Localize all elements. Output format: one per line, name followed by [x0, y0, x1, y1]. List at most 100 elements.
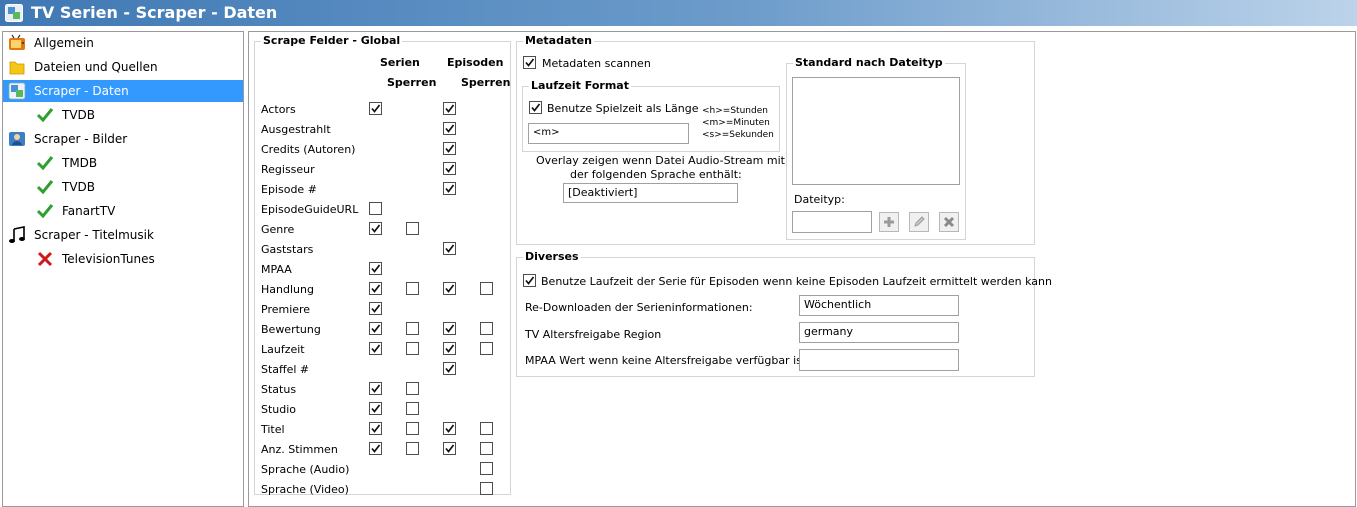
scrape-field-serien-checkbox[interactable]	[369, 282, 382, 295]
title-bar: TV Serien - Scraper - Daten	[0, 0, 1357, 26]
nav-item-label: Scraper - Titelmusik	[34, 228, 154, 242]
standard-filetype-title: Standard nach Dateityp	[793, 56, 945, 69]
column-header-episoden: Episoden	[447, 56, 504, 69]
window-title: TV Serien - Scraper - Daten	[31, 3, 278, 22]
use-playtime-checkbox[interactable]	[529, 101, 542, 114]
scrape-field-serien-sperren-checkbox[interactable]	[406, 442, 419, 455]
overlay-label-line1: Overlay zeigen wenn Datei Audio-Stream m…	[536, 154, 785, 167]
scrape-field-label: Studio	[261, 403, 297, 416]
scrape-field-episoden-sperren-checkbox[interactable]	[480, 442, 493, 455]
check-icon	[36, 178, 54, 196]
scrape-field-episoden-sperren-checkbox[interactable]	[480, 462, 493, 475]
scrape-field-serien-checkbox[interactable]	[369, 382, 382, 395]
redownload-label: Re-Downloaden der Serieninformationen:	[525, 301, 753, 314]
nav-item-tmdb[interactable]: TMDB	[3, 152, 243, 174]
scrape-field-episoden-sperren-checkbox[interactable]	[480, 482, 493, 495]
app-icon	[5, 4, 23, 22]
nav-item-allgemein[interactable]: Allgemein	[3, 32, 243, 54]
rating-region-select[interactable]: germany	[799, 322, 959, 343]
nav-item-televisiontunes[interactable]: TelevisionTunes	[3, 248, 243, 270]
runtime-format-title: Laufzeit Format	[529, 79, 631, 92]
scrape-field-episoden-sperren-checkbox[interactable]	[480, 422, 493, 435]
scrape-field-episoden-checkbox[interactable]	[443, 162, 456, 175]
scrape-field-episoden-checkbox[interactable]	[443, 122, 456, 135]
scrape-field-episoden-sperren-checkbox[interactable]	[480, 342, 493, 355]
remove-x-icon	[943, 216, 955, 228]
nav-item-dateien-und-quellen[interactable]: Dateien und Quellen	[3, 56, 243, 78]
scrape-field-episoden-checkbox[interactable]	[443, 322, 456, 335]
nav-item-tvdb[interactable]: TVDB	[3, 176, 243, 198]
mpaa-fallback-input[interactable]	[799, 349, 959, 371]
column-header-serien-sperren: Sperren	[387, 76, 437, 89]
scrape-field-serien-checkbox[interactable]	[369, 222, 382, 235]
nav-item-tvdb[interactable]: TVDB	[3, 104, 243, 126]
scrape-field-episoden-checkbox[interactable]	[443, 142, 456, 155]
use-playtime-label: Benutze Spielzeit als Länge	[547, 102, 699, 115]
filetype-list[interactable]	[792, 77, 960, 185]
scrape-field-episoden-checkbox[interactable]	[443, 362, 456, 375]
runtime-format-input[interactable]: <m>	[528, 123, 689, 144]
scraper-data-icon	[8, 82, 26, 100]
scrape-field-serien-checkbox[interactable]	[369, 422, 382, 435]
filetype-input[interactable]	[792, 211, 872, 233]
scrape-field-episoden-checkbox[interactable]	[443, 182, 456, 195]
cross-icon	[36, 250, 54, 268]
scrape-field-serien-sperren-checkbox[interactable]	[406, 322, 419, 335]
scrape-field-serien-sperren-checkbox[interactable]	[406, 282, 419, 295]
runtime-format-group: Laufzeit Format Benutze Spielzeit als Lä…	[522, 79, 780, 152]
metadata-scan-checkbox[interactable]	[523, 56, 536, 69]
scrape-field-serien-sperren-checkbox[interactable]	[406, 222, 419, 235]
nav-item-label: TelevisionTunes	[62, 252, 155, 266]
scrape-field-serien-checkbox[interactable]	[369, 262, 382, 275]
scrape-field-episoden-checkbox[interactable]	[443, 422, 456, 435]
edit-filetype-button[interactable]	[909, 212, 929, 232]
scrape-field-serien-checkbox[interactable]	[369, 302, 382, 315]
scrape-field-episoden-sperren-checkbox[interactable]	[480, 322, 493, 335]
scrape-field-episoden-checkbox[interactable]	[443, 282, 456, 295]
scrape-field-serien-checkbox[interactable]	[369, 342, 382, 355]
scrape-field-episoden-sperren-checkbox[interactable]	[480, 282, 493, 295]
settings-navigation-tree[interactable]: Allgemein Dateien und Quellen Scraper - Da…	[2, 31, 244, 507]
scrape-field-serien-sperren-checkbox[interactable]	[406, 402, 419, 415]
scrape-field-serien-checkbox[interactable]	[369, 102, 382, 115]
music-note-icon	[8, 226, 26, 244]
scrape-field-label: EpisodeGuideURL	[261, 203, 359, 216]
scrape-field-label: Regisseur	[261, 163, 315, 176]
scrape-field-serien-sperren-checkbox[interactable]	[406, 382, 419, 395]
scrape-field-serien-checkbox[interactable]	[369, 442, 382, 455]
metadata-scan-label: Metadaten scannen	[542, 57, 651, 70]
column-header-serien: Serien	[380, 56, 420, 69]
scrape-field-label: Genre	[261, 223, 295, 236]
redownload-interval-select[interactable]: Wöchentlich	[799, 295, 959, 316]
nav-item-scraper-bilder[interactable]: Scraper - Bilder	[3, 128, 243, 150]
scrape-field-serien-checkbox[interactable]	[369, 202, 382, 215]
rating-region-label: TV Altersfreigabe Region	[525, 328, 662, 341]
scrape-field-label: Sprache (Video)	[261, 483, 349, 496]
scrape-field-label: Handlung	[261, 283, 314, 296]
scrape-field-label: MPAA	[261, 263, 292, 276]
nav-item-scraper-daten[interactable]: Scraper - Daten	[3, 80, 243, 102]
misc-group: Diverses Benutze Laufzeit der Serie für …	[516, 250, 1052, 377]
legend-minutes: <m>=Minuten	[702, 118, 770, 128]
overlay-language-select[interactable]: [Deaktiviert]	[563, 183, 738, 203]
nav-item-fanarttv[interactable]: FanartTV	[3, 200, 243, 222]
scrape-field-episoden-checkbox[interactable]	[443, 342, 456, 355]
scrape-field-episoden-checkbox[interactable]	[443, 102, 456, 115]
nav-item-label: TVDB	[62, 180, 96, 194]
scrape-field-serien-sperren-checkbox[interactable]	[406, 342, 419, 355]
nav-item-scraper-titelmusik[interactable]: Scraper - Titelmusik	[3, 224, 243, 246]
check-icon	[36, 154, 54, 172]
misc-title: Diverses	[523, 250, 581, 263]
scrape-field-episoden-checkbox[interactable]	[443, 442, 456, 455]
scrape-field-label: Episode #	[261, 183, 317, 196]
use-series-runtime-checkbox[interactable]	[523, 274, 536, 287]
nav-item-label: TMDB	[62, 156, 98, 170]
settings-content-panel: Scrape Felder - Global Serien Episoden S…	[248, 31, 1356, 507]
scrape-field-episoden-checkbox[interactable]	[443, 242, 456, 255]
scrape-field-serien-sperren-checkbox[interactable]	[406, 422, 419, 435]
scrape-field-serien-checkbox[interactable]	[369, 322, 382, 335]
remove-filetype-button[interactable]	[939, 212, 959, 232]
scrape-field-serien-checkbox[interactable]	[369, 402, 382, 415]
add-filetype-button[interactable]	[879, 212, 899, 232]
plus-icon	[884, 217, 894, 227]
